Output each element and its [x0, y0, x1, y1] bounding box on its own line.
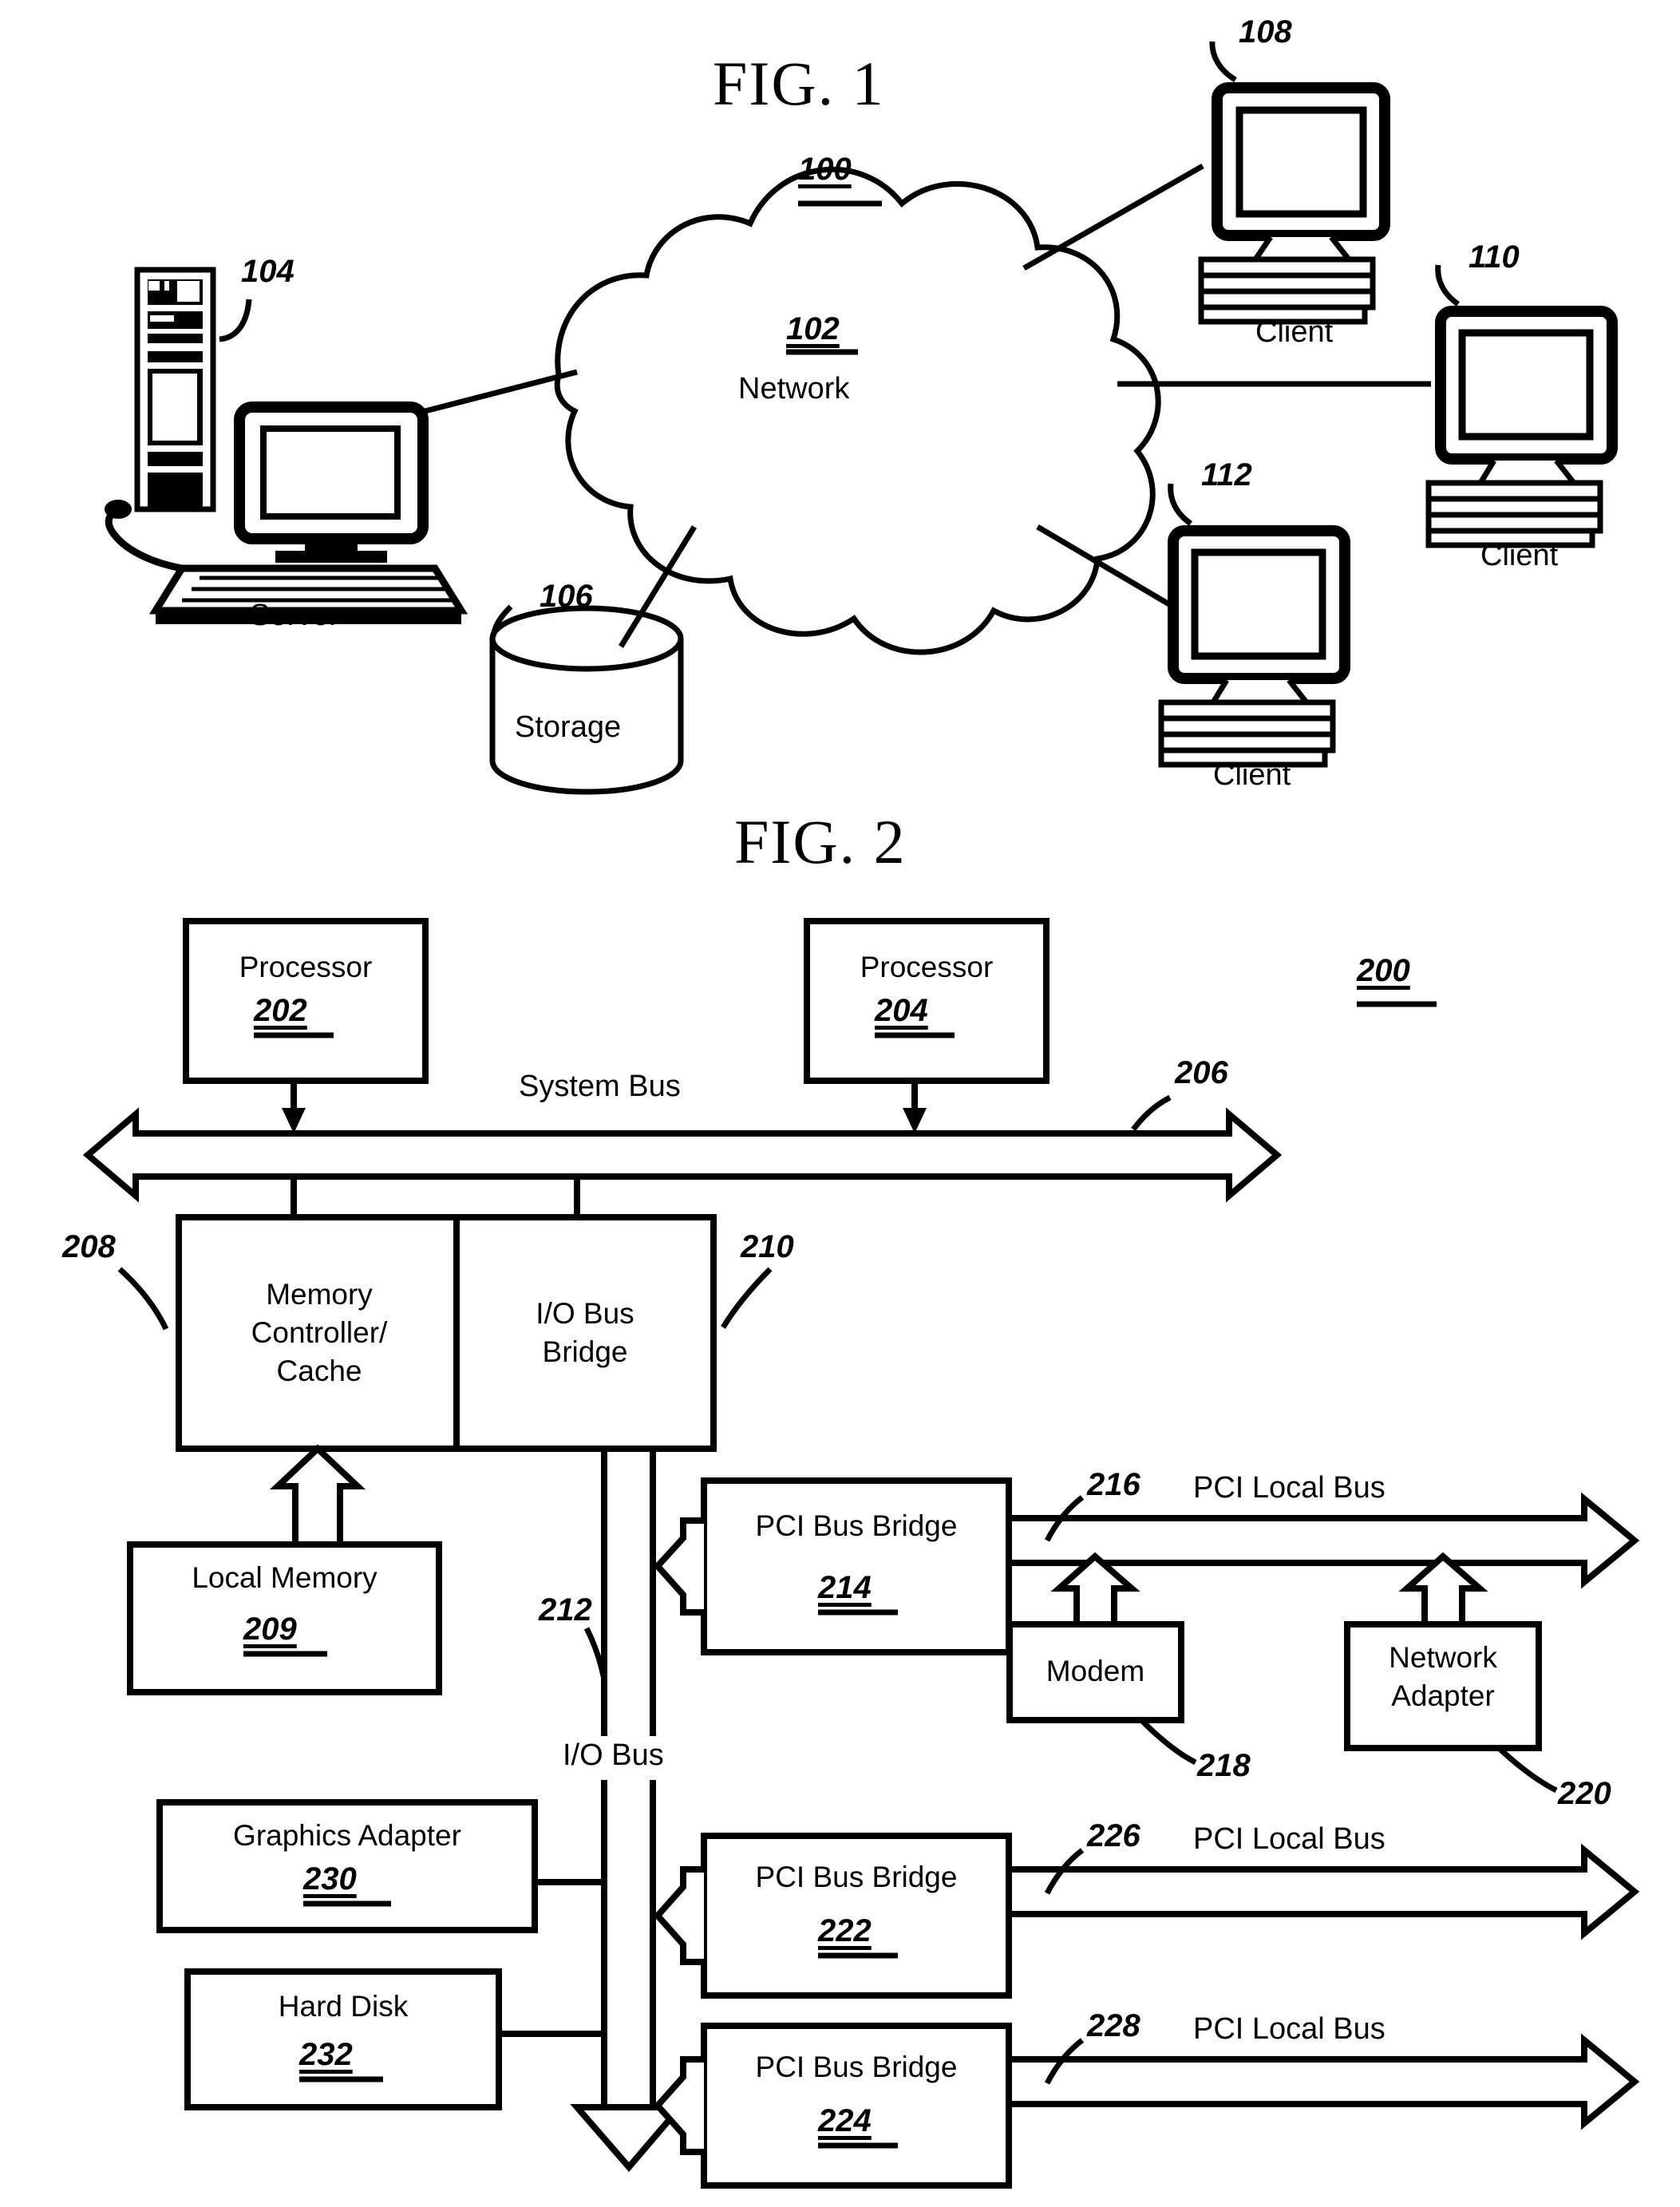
client-110-ref: 110 [1469, 239, 1520, 275]
io-bus-bridge-line1: I/O Bus [536, 1297, 634, 1330]
client-108-label: Client [1255, 315, 1334, 349]
pci-bus-bridge-224-label: PCI Bus Bridge [755, 2051, 958, 2083]
patent-drawing-sheet: FIG. 1 100 102 Network 104 Server 106 St… [0, 0, 1680, 2207]
graphics-adapter-ref: 230 [303, 1861, 357, 1897]
system-bus-ref: 206 [1175, 1055, 1228, 1090]
client-108-ref: 108 [1239, 14, 1292, 49]
graphics-adapter-label: Graphics Adapter [233, 1819, 461, 1852]
processor-204-ref: 204 [875, 993, 928, 1028]
modem-label: Modem [1046, 1655, 1145, 1687]
storage-label: Storage [515, 710, 622, 744]
memory-controller-ref: 208 [62, 1229, 116, 1264]
pci-bus-bridge-214-label: PCI Bus Bridge [755, 1509, 958, 1542]
network-adapter-ref: 220 [1558, 1776, 1611, 1811]
memory-controller-line2: Controller/ [251, 1316, 388, 1349]
figure-1-system-ref: 100 [798, 152, 852, 187]
local-memory-label: Local Memory [192, 1561, 378, 1594]
pci-bus-bridge-222-label: PCI Bus Bridge [755, 1861, 958, 1893]
hard-disk-ref: 232 [299, 2037, 353, 2072]
pci-local-bus-228-ref: 228 [1087, 2008, 1140, 2043]
processor-202-label: Processor [239, 951, 373, 983]
network-ref: 102 [786, 311, 840, 346]
pci-bus-bridge-214-ref: 214 [818, 1570, 872, 1605]
memory-controller-line1: Memory [266, 1278, 373, 1311]
io-bus-label: I/O Bus [563, 1738, 664, 1772]
memory-controller-line3: Cache [276, 1355, 362, 1387]
figure-1-title: FIG. 1 [713, 49, 885, 118]
processor-204-label: Processor [860, 951, 994, 983]
processor-202-ref: 202 [254, 993, 307, 1028]
storage-ref: 106 [540, 579, 593, 614]
pci-local-bus-216-ref: 216 [1087, 1467, 1140, 1502]
client-112-ref: 112 [1201, 457, 1252, 492]
hard-disk-label: Hard Disk [278, 1990, 409, 2023]
client-110-label: Client [1480, 539, 1559, 572]
figure-2-system-ref: 200 [1357, 953, 1410, 988]
pci-local-bus-226-label: PCI Local Bus [1193, 1822, 1386, 1856]
server-label: Server [250, 599, 339, 632]
system-bus-label: System Bus [519, 1070, 681, 1103]
pci-bus-bridge-222-ref: 222 [818, 1913, 872, 1948]
local-memory-ref: 209 [243, 1612, 297, 1647]
io-bus-bridge-ref: 210 [741, 1229, 794, 1264]
pci-local-bus-216-label: PCI Local Bus [1193, 1471, 1386, 1505]
io-bus-bridge-line2: Bridge [542, 1335, 628, 1368]
network-adapter-line2: Adapter [1391, 1679, 1495, 1712]
pci-bus-bridge-224-ref: 224 [818, 2103, 872, 2138]
pci-local-bus-226-ref: 226 [1087, 1818, 1140, 1853]
client-112-label: Client [1213, 758, 1291, 792]
modem-ref: 218 [1197, 1748, 1251, 1783]
network-label: Network [738, 372, 850, 405]
figure-2-title: FIG. 2 [734, 807, 907, 876]
server-ref: 104 [241, 254, 294, 289]
io-bus-ref: 212 [539, 1592, 592, 1628]
network-adapter-line1: Network [1389, 1641, 1497, 1674]
pci-local-bus-228-label: PCI Local Bus [1193, 2012, 1386, 2046]
